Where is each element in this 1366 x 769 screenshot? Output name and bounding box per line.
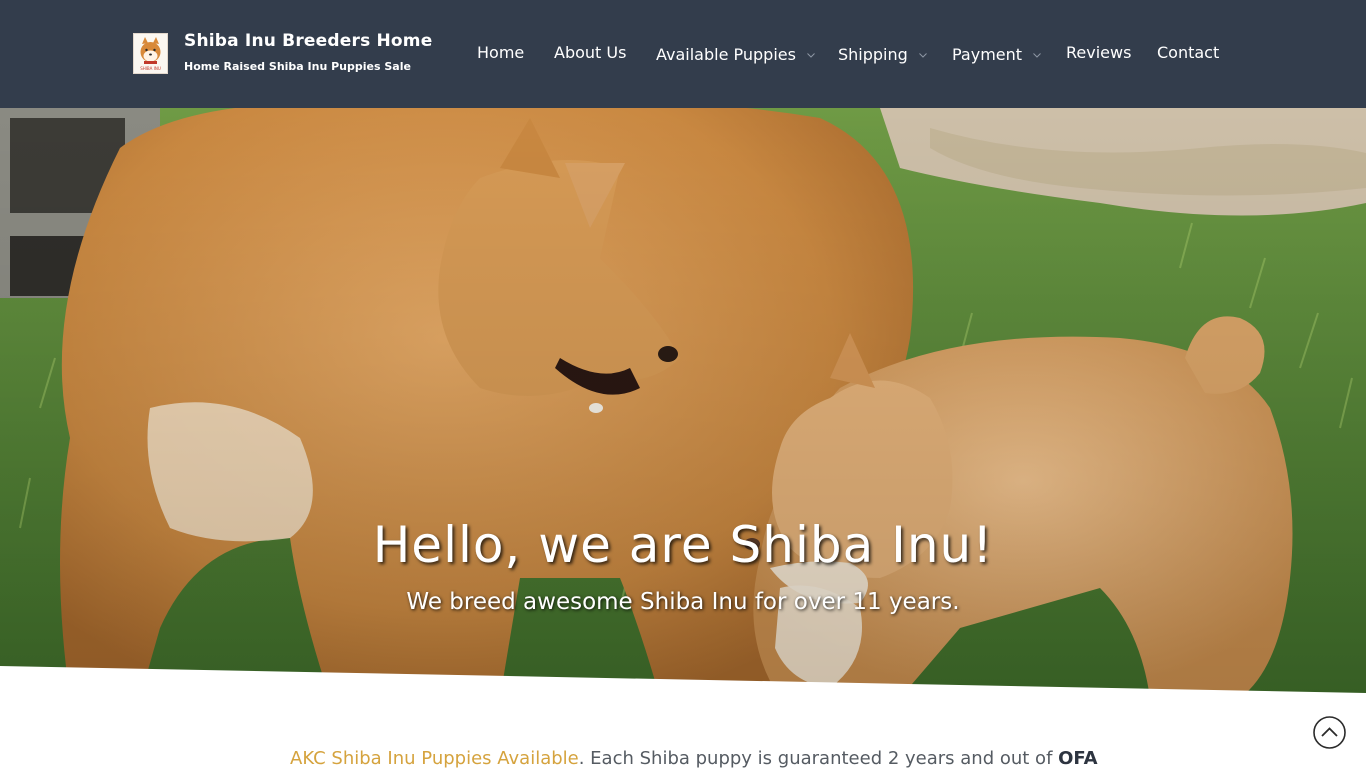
nav-item-label: Payment (952, 45, 1023, 64)
nav-item-reviews[interactable]: Reviews (1066, 42, 1131, 64)
hero-title: Hello, we are Shiba Inu! (372, 516, 994, 574)
nav-item-label: Shipping (838, 45, 908, 64)
site-tagline: Home Raised Shiba Inu Puppies Sale (184, 60, 411, 73)
chevron-down-icon (807, 42, 815, 64)
nav-item-label: Contact (1157, 43, 1220, 62)
site-title[interactable]: Shiba Inu Breeders Home (184, 31, 432, 51)
nav-item-payment[interactable]: Payment (952, 42, 1041, 64)
scroll-to-top-button[interactable] (1313, 716, 1346, 749)
nav-item-label: Reviews (1066, 43, 1132, 62)
hero-banner: Hello, we are Shiba Inu! We breed awesom… (0, 108, 1366, 698)
arrow-up-circle-icon (1313, 716, 1346, 749)
nav-item-contact[interactable]: Contact (1157, 42, 1219, 64)
nav-item-home[interactable]: Home (477, 42, 524, 64)
nav-item-about-us[interactable]: About Us (554, 42, 626, 64)
nav-item-label: About Us (554, 43, 627, 62)
site-logo[interactable]: SHIBA INU (133, 33, 168, 74)
chevron-down-icon (919, 42, 927, 64)
intro-text: . Each Shiba puppy is guaranteed 2 years… (578, 748, 1059, 769)
nav-item-label: Available Puppies (656, 45, 796, 64)
nav-item-shipping[interactable]: Shipping (838, 42, 927, 64)
nav-item-label: Home (477, 43, 525, 62)
chevron-down-icon (1033, 42, 1041, 64)
logo-caption: SHIBA INU (140, 66, 161, 71)
available-puppies-link[interactable]: AKC Shiba Inu Puppies Available (290, 748, 579, 769)
site-header: SHIBA INU Shiba Inu Breeders Home Home R… (0, 0, 1366, 108)
hero-subtitle: We breed awesome Shiba Inu for over 11 y… (406, 589, 960, 615)
intro-bold-text: OFA (1058, 748, 1098, 769)
nav-item-available-puppies[interactable]: Available Puppies (656, 42, 815, 64)
intro-paragraph: AKC Shiba Inu Puppies Available. Each Sh… (290, 748, 1098, 769)
